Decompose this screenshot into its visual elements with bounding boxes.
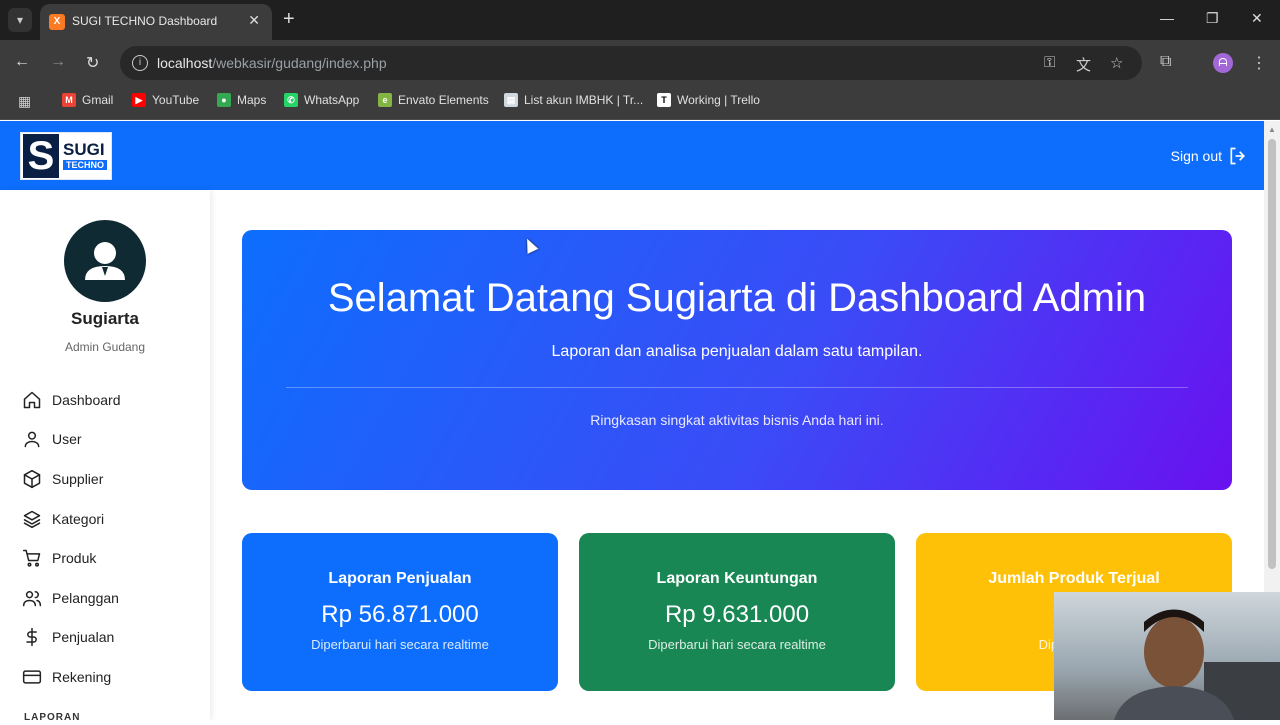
webcam-person-image: [1114, 609, 1280, 720]
sidebar-item-label: Supplier: [52, 470, 104, 487]
apps-grid-icon[interactable]: ▦: [18, 93, 31, 110]
back-arrow-icon[interactable]: ←: [14, 53, 30, 71]
users-icon: [22, 590, 42, 607]
home-icon: [23, 391, 41, 409]
sidebar: Sugiarta Admin Gudang Dashboard User Suppl…: [0, 190, 210, 720]
user-name: Sugiarta: [70, 309, 140, 328]
sidebar-item-label: Kategori: [52, 510, 105, 527]
sign-out-button[interactable]: Sign out: [1171, 146, 1248, 166]
sidebar-item-label: Rekening: [52, 668, 112, 685]
webcam-overlay: [1054, 592, 1280, 720]
top-navbar: S SUGI TECHNO Sign out: [0, 121, 1264, 190]
new-tab-plus-icon[interactable]: +: [283, 9, 295, 29]
sidebar-item-penjualan[interactable]: Penjualan: [22, 618, 121, 658]
trello-icon: T: [657, 93, 671, 107]
bookmark-youtube[interactable]: ▶ YouTube: [132, 93, 199, 107]
sign-out-label: Sign out: [1170, 148, 1222, 164]
sidebar-item-kategori[interactable]: Kategori: [22, 499, 121, 539]
trello-board-icon: ▤: [504, 93, 518, 107]
box-icon: [23, 469, 41, 489]
sidebar-item-supplier[interactable]: Supplier: [22, 459, 121, 499]
site-info-icon[interactable]: i: [132, 55, 148, 71]
sugi-techno-logo[interactable]: S SUGI TECHNO: [20, 132, 112, 180]
whatsapp-icon: ✆: [284, 93, 298, 107]
layers-icon: [23, 510, 41, 528]
sidebar-item-user[interactable]: User: [22, 420, 121, 460]
reload-icon[interactable]: ↻: [86, 53, 99, 73]
tab-search-button[interactable]: ▾: [8, 8, 32, 32]
sidebar-item-label: Dashboard: [52, 391, 121, 408]
bookmark-working[interactable]: T Working | Trello: [657, 93, 760, 107]
welcome-title: Selamat Datang Sugiarta di Dashboard Adm…: [327, 276, 1147, 320]
browser-menu-icon[interactable]: ⋮: [1251, 53, 1267, 73]
welcome-note: Ringkasan singkat aktivitas bisnis Anda …: [590, 412, 884, 428]
extensions-puzzle-icon[interactable]: ⧉: [1160, 53, 1171, 71]
sidebar-item-rekening[interactable]: Rekening: [22, 657, 121, 697]
minimize-window-icon[interactable]: —: [1160, 10, 1174, 26]
bookmark-star-icon[interactable]: ☆: [1110, 54, 1123, 72]
scroll-up-arrow-icon[interactable]: ▲: [1268, 125, 1276, 134]
cart-icon: [22, 549, 41, 567]
browser-tab-bar: ▾ X SUGI TECHNO Dashboard ✕ + — ❐ ✕: [0, 0, 1280, 40]
scroll-thumb[interactable]: [1268, 139, 1276, 569]
xampp-favicon-icon: X: [49, 14, 65, 30]
close-window-icon[interactable]: ✕: [1251, 10, 1263, 27]
address-bar[interactable]: i localhost/webkasir/gudang/index.php ⚿ …: [120, 46, 1142, 80]
translate-icon[interactable]: ⽂: [1076, 54, 1091, 75]
user-avatar: [64, 220, 146, 302]
sidebar-item-label: User: [52, 431, 82, 448]
menu-section-laporan: LAPORAN: [24, 712, 81, 720]
user-icon: [24, 431, 40, 448]
sidebar-item-label: Pelanggan: [52, 589, 119, 606]
youtube-icon: ▶: [132, 93, 146, 107]
sidebar-item-dashboard[interactable]: Dashboard: [22, 380, 121, 420]
profile-avatar[interactable]: ᗩ: [1213, 53, 1233, 73]
welcome-banner: Selamat Datang Sugiarta di Dashboard Adm…: [242, 230, 1232, 490]
bookmark-gmail[interactable]: M Gmail: [62, 93, 113, 107]
restore-window-icon[interactable]: ❐: [1206, 10, 1219, 27]
bookmarks-bar: ▦ M Gmail ▶ YouTube ● Maps ✆ WhatsApp e Envato El…: [0, 86, 1280, 120]
browser-toolbar: ← → ↻ i localhost/webkasir/gudang/index.…: [0, 40, 1280, 86]
browser-tab[interactable]: X SUGI TECHNO Dashboard ✕: [40, 4, 272, 40]
welcome-subtitle: Laporan dan analisa penjualan dalam satu…: [551, 343, 923, 360]
close-tab-icon[interactable]: ✕: [248, 12, 260, 29]
maps-icon: ●: [217, 93, 231, 107]
tab-title: SUGI TECHNO Dashboard: [72, 14, 218, 28]
sidebar-menu: Dashboard User Supplier Kategori Produk Pelan…: [22, 380, 121, 697]
card-profit-report[interactable]: Laporan Keuntungan Rp 9.631.000 Diperbar…: [579, 533, 895, 691]
bookmark-list[interactable]: ▤ List akun IMBHK | Tr...: [504, 93, 643, 107]
user-role: Admin Gudang: [64, 340, 146, 354]
sidebar-item-produk[interactable]: Produk: [22, 538, 121, 578]
card-sales-report[interactable]: Laporan Penjualan Rp 56.871.000 Diperbar…: [242, 533, 558, 691]
url-text[interactable]: localhost/webkasir/gudang/index.php: [157, 55, 387, 71]
bookmark-whatsapp[interactable]: ✆ WhatsApp: [284, 93, 359, 107]
bookmark-maps[interactable]: ● Maps: [217, 93, 266, 107]
user-silhouette-icon: [85, 242, 125, 280]
sign-out-icon: [1230, 147, 1246, 165]
forward-arrow-icon[interactable]: →: [50, 53, 66, 71]
sidebar-item-pelanggan[interactable]: Pelanggan: [22, 578, 121, 618]
banner-divider: [286, 387, 1188, 388]
envato-icon: e: [378, 93, 392, 107]
sidebar-item-label: Penjualan: [52, 629, 115, 646]
sidebar-item-label: Produk: [52, 550, 97, 567]
bookmark-envato[interactable]: e Envato Elements: [378, 93, 489, 107]
password-key-icon[interactable]: ⚿: [1044, 54, 1055, 71]
card-icon: [22, 670, 42, 684]
dollar-icon: [26, 628, 37, 647]
gmail-icon: M: [62, 93, 76, 107]
